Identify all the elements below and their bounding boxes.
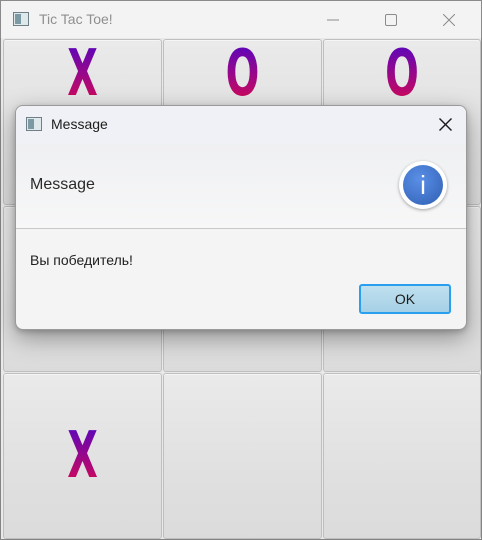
window-title: Tic Tac Toe!: [39, 11, 113, 27]
info-icon: i: [399, 161, 447, 209]
maximize-icon: [385, 14, 397, 26]
dialog-content-text: Вы победитель!: [30, 252, 133, 268]
message-dialog: Message Message i Вы победитель! OK: [15, 105, 467, 330]
dialog-title-bar: Message: [16, 106, 466, 144]
dialog-header: Message i: [16, 144, 466, 229]
app-icon: [13, 12, 29, 26]
dialog-close-button[interactable]: [434, 114, 458, 136]
close-window-button[interactable]: [425, 1, 475, 39]
close-icon: [439, 118, 452, 131]
title-bar: Tic Tac Toe!: [1, 1, 481, 39]
dialog-app-icon: [26, 117, 42, 131]
maximize-button[interactable]: [367, 1, 417, 39]
dialog-header-text: Message: [30, 176, 95, 193]
minimize-icon: [327, 19, 339, 21]
ok-button[interactable]: OK: [359, 284, 451, 314]
close-icon: [443, 14, 455, 26]
minimize-button[interactable]: [309, 1, 359, 39]
dialog-title: Message: [51, 116, 108, 132]
